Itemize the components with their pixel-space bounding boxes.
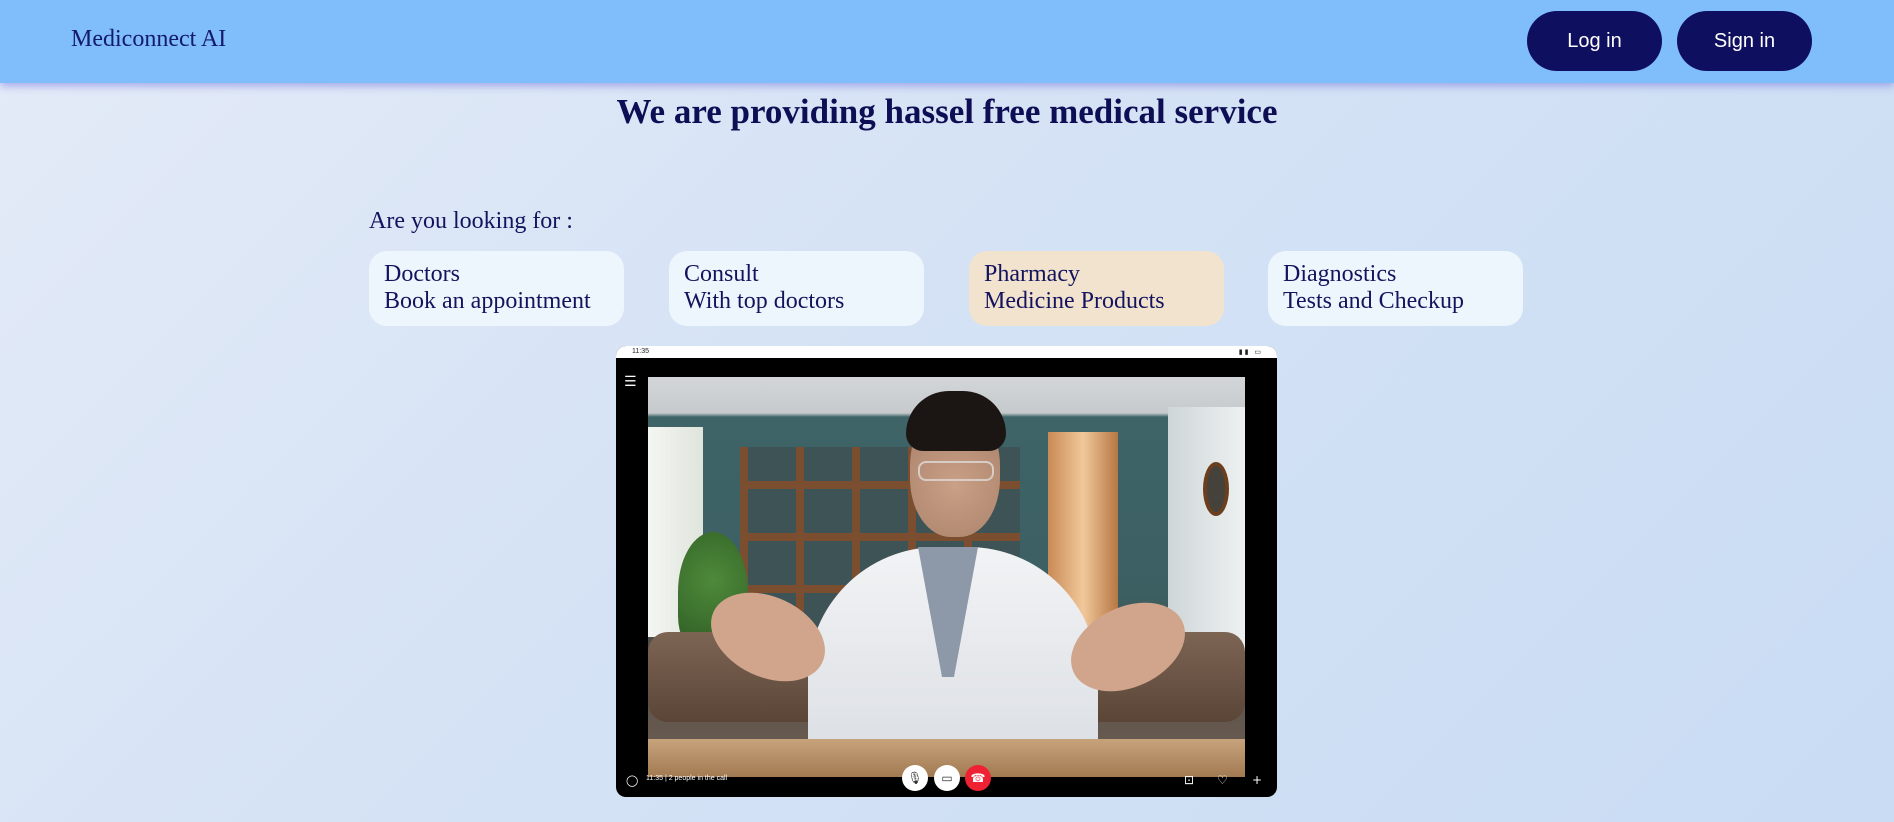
microphone-icon[interactable]: 🎙 [902,765,928,791]
signin-button[interactable]: Sign in [1677,11,1812,71]
status-time: 11:35 [632,348,649,355]
signal-battery-icon: ▮▮ ▭ [1238,349,1263,356]
brand-logo[interactable]: Mediconnect AI [71,26,226,53]
card-subtitle: Book an appointment [384,288,591,314]
page-headline: We are providing hassel free medical ser… [616,92,1278,131]
wall-mirror [1203,462,1229,516]
heart-icon[interactable]: ♡ [1217,773,1228,787]
doctor-hair [906,391,1006,451]
plus-icon[interactable]: + [1252,773,1262,787]
top-navbar: Mediconnect AI Log in Sign in [0,0,1894,83]
card-diagnostics[interactable]: Diagnostics Tests and Checkup [1268,251,1523,326]
call-info-text: 11:35 | 2 people in the call [646,775,728,782]
looking-for-label: Are you looking for : [369,208,573,234]
card-title: Consult [684,261,759,287]
hang-up-icon[interactable]: ☎ [965,765,991,791]
card-consult[interactable]: Consult With top doctors [669,251,924,326]
call-controls: ◯ 11:35 | 2 people in the call 🎙 ▭ ☎ ⊡ ♡… [616,762,1277,797]
card-title: Pharmacy [984,261,1080,287]
card-title: Doctors [384,261,460,287]
card-subtitle: Tests and Checkup [1283,288,1464,314]
camera-icon[interactable]: ▭ [934,765,960,791]
card-subtitle: Medicine Products [984,288,1165,314]
hamburger-menu-icon[interactable]: ☰ [624,374,637,390]
device-status-bar: 11:35 ▮▮ ▭ [616,346,1277,358]
doctor-glasses [918,461,994,481]
video-call-preview: 11:35 ▮▮ ▭ ☰ ◯ 11:35 | 2 people in the c… [616,346,1277,797]
doctor-video-feed [648,377,1245,777]
card-subtitle: With top doctors [684,288,845,314]
login-button[interactable]: Log in [1527,11,1662,71]
card-doctors[interactable]: Doctors Book an appointment [369,251,624,326]
chat-icon[interactable]: ◯ [626,774,638,787]
screenshot-icon[interactable]: ⊡ [1184,773,1194,787]
card-pharmacy[interactable]: Pharmacy Medicine Products [969,251,1224,326]
card-title: Diagnostics [1283,261,1397,287]
